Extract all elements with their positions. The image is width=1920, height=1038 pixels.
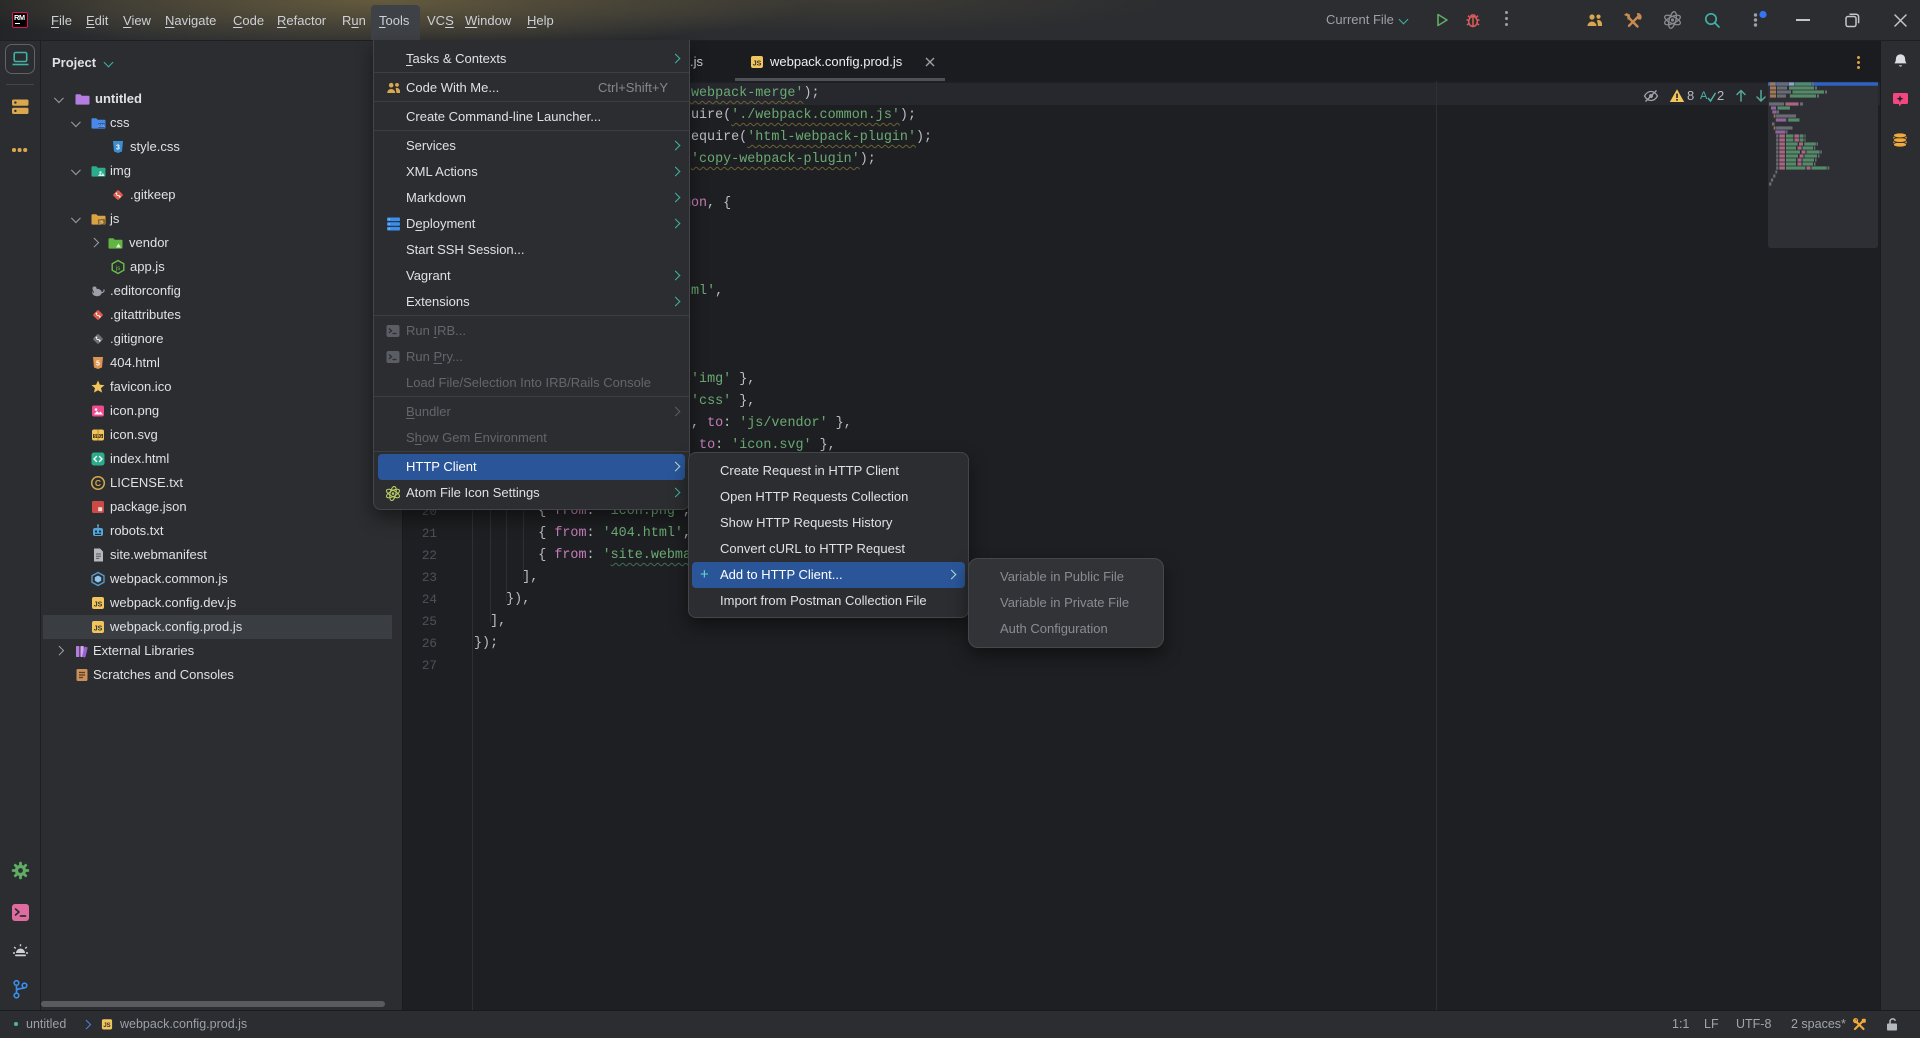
svg-text:JS: JS <box>103 1023 110 1029</box>
svg-text:3: 3 <box>116 145 120 152</box>
svg-text:js: js <box>115 265 121 272</box>
svg-text:5: 5 <box>96 361 100 368</box>
svg-text:JS: JS <box>94 625 103 632</box>
svg-text:A: A <box>1700 90 1708 102</box>
svg-text:css: css <box>98 123 106 128</box>
svg-text:JS: JS <box>94 601 103 608</box>
svg-text:js: js <box>98 220 103 226</box>
svg-text:C: C <box>95 478 101 488</box>
svg-text:JS: JS <box>753 60 762 67</box>
